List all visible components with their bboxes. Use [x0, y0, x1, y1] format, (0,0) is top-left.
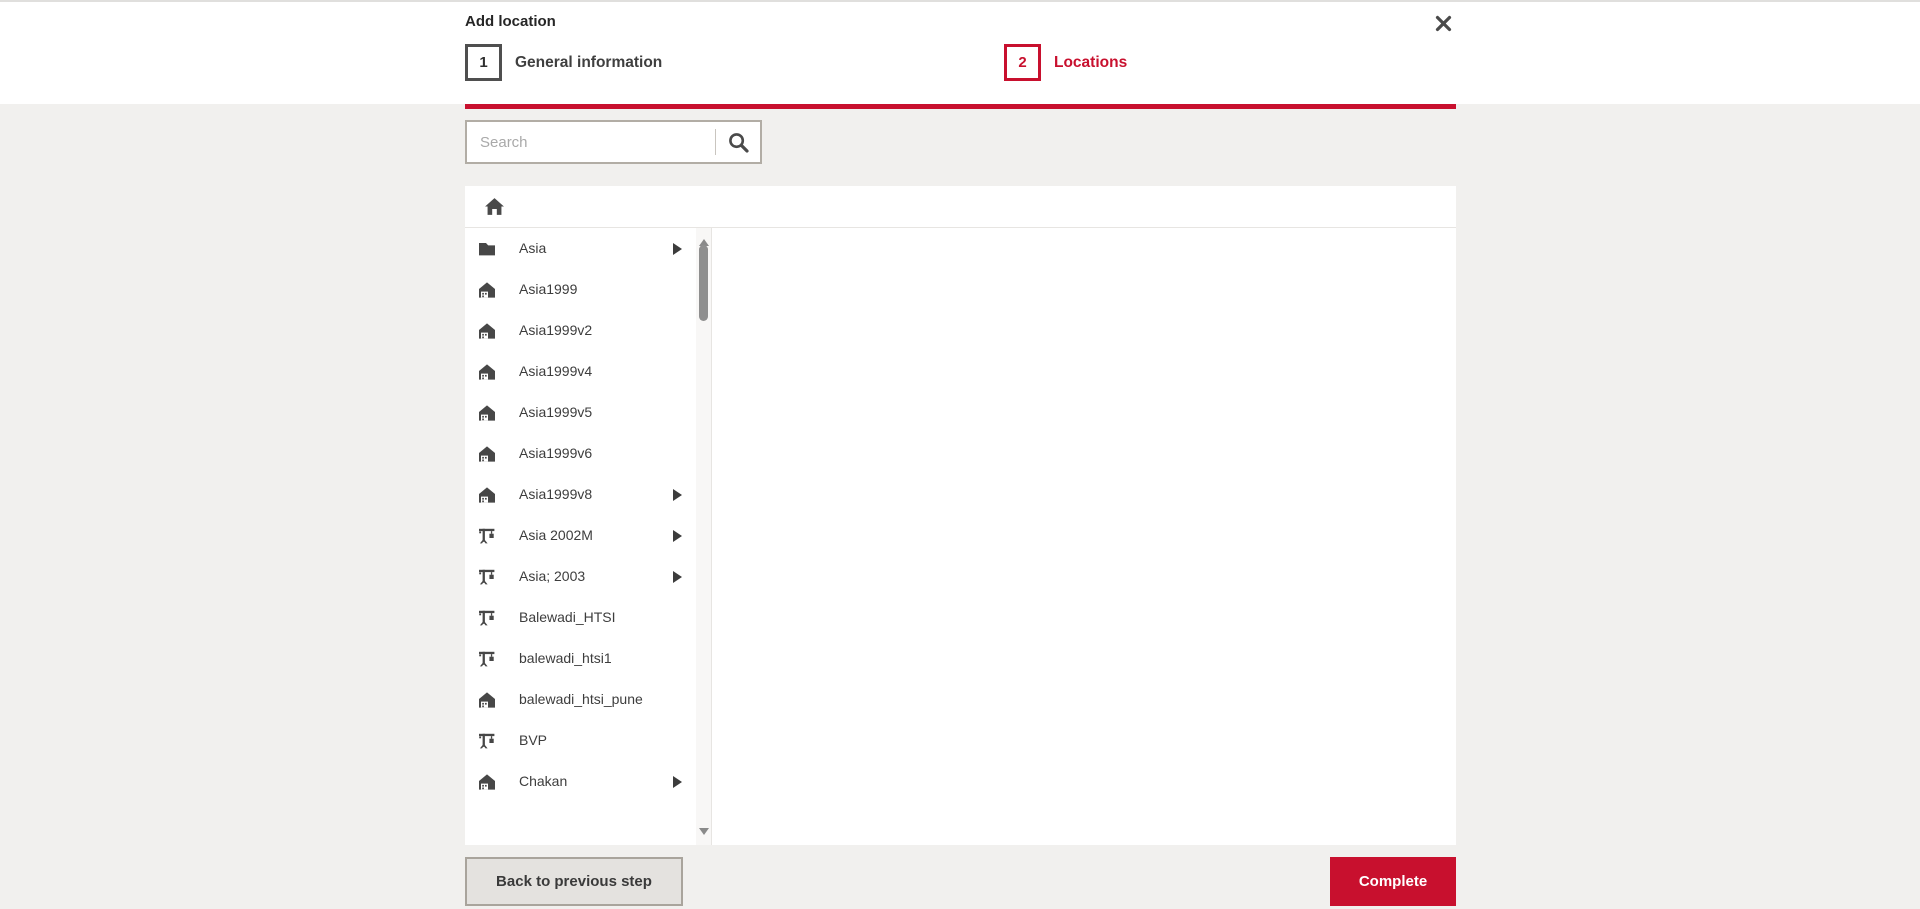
tree-body: Asia: [465, 228, 1456, 845]
tree-item[interactable]: balewadi_htsi1: [465, 638, 696, 679]
tree-item[interactable]: Asia 2002M: [465, 515, 696, 556]
step-label: General information: [515, 54, 662, 72]
wizard-step-general-information[interactable]: 1 General information: [465, 44, 662, 81]
wizard-step-locations[interactable]: 2 Locations: [1004, 44, 1127, 81]
warehouse-icon: [477, 361, 499, 383]
expand-arrow-icon[interactable]: [673, 776, 682, 788]
tree-item-label: balewadi_htsi_pune: [519, 691, 651, 708]
modal-footer: Back to previous step Complete: [465, 857, 1456, 906]
home-button[interactable]: [484, 196, 505, 217]
tree-detail-pane: [712, 228, 1456, 845]
folder-icon: [477, 238, 499, 260]
crane-icon: [477, 525, 499, 547]
tree-breadcrumb-row: [465, 186, 1456, 228]
search-bar: [465, 120, 762, 164]
warehouse-icon: [477, 443, 499, 465]
tree-item-label: Asia1999v4: [519, 363, 651, 380]
warehouse-icon: [477, 484, 499, 506]
scroll-down-icon[interactable]: [699, 822, 709, 840]
tree-list: Asia: [465, 228, 696, 845]
expand-arrow-icon[interactable]: [673, 571, 682, 583]
step-number-box: 1: [465, 44, 502, 81]
crane-icon: [477, 566, 499, 588]
close-icon: [1435, 15, 1452, 32]
tree-item[interactable]: Asia1999v5: [465, 392, 696, 433]
warehouse-icon: [477, 320, 499, 342]
search-button[interactable]: [716, 122, 760, 162]
tree-item-label: Asia1999: [519, 281, 651, 298]
expand-arrow-icon[interactable]: [673, 530, 682, 542]
expand-arrow-icon[interactable]: [673, 489, 682, 501]
tree-item[interactable]: Chakan: [465, 761, 696, 802]
tree-item-label: Chakan: [519, 773, 651, 790]
tree-item-label: balewadi_htsi1: [519, 650, 651, 667]
tree-item-label: Asia; 2003: [519, 568, 651, 585]
tree-item[interactable]: Asia1999v4: [465, 351, 696, 392]
warehouse-icon: [477, 689, 499, 711]
modal-header: Add location 1 General information 2 Loc…: [0, 0, 1920, 104]
home-icon: [484, 196, 505, 217]
step-label: Locations: [1054, 54, 1127, 72]
tree-item-label: Asia1999v6: [519, 445, 651, 462]
search-input[interactable]: [467, 122, 715, 162]
tree-item[interactable]: balewadi_htsi_pune: [465, 679, 696, 720]
tree-item[interactable]: BVP: [465, 720, 696, 761]
tree-item[interactable]: Asia1999v6: [465, 433, 696, 474]
tree-item[interactable]: Asia1999v2: [465, 310, 696, 351]
tree-item-label: Asia 2002M: [519, 527, 651, 544]
tree-item-label: Asia1999v2: [519, 322, 651, 339]
tree-scrollbar[interactable]: [696, 228, 711, 845]
tree-item-label: Asia1999v5: [519, 404, 651, 421]
active-step-underline: [465, 104, 1456, 109]
close-button[interactable]: [1428, 8, 1458, 38]
step-number-box: 2: [1004, 44, 1041, 81]
modal-title: Add location: [465, 13, 556, 30]
expand-arrow-icon[interactable]: [673, 243, 682, 255]
tree-list-column: Asia: [465, 228, 712, 845]
tree-item-label: BVP: [519, 732, 651, 749]
tree-item-label: Balewadi_HTSI: [519, 609, 651, 626]
back-to-previous-step-button[interactable]: Back to previous step: [465, 857, 683, 906]
tree-item-label: Asia: [519, 240, 651, 257]
location-tree-panel: Asia: [465, 186, 1456, 845]
complete-button[interactable]: Complete: [1330, 857, 1456, 906]
tree-item[interactable]: Asia1999: [465, 269, 696, 310]
warehouse-icon: [477, 279, 499, 301]
tree-item-label: Asia1999v8: [519, 486, 651, 503]
warehouse-icon: [477, 402, 499, 424]
tree-item[interactable]: Asia: [465, 228, 696, 269]
tree-item[interactable]: Asia1999v8: [465, 474, 696, 515]
tree-item[interactable]: Asia; 2003: [465, 556, 696, 597]
warehouse-icon: [477, 771, 499, 793]
crane-icon: [477, 648, 499, 670]
search-icon: [727, 131, 750, 154]
crane-icon: [477, 730, 499, 752]
tree-item[interactable]: Balewadi_HTSI: [465, 597, 696, 638]
crane-icon: [477, 607, 499, 629]
scrollbar-thumb[interactable]: [699, 245, 708, 321]
